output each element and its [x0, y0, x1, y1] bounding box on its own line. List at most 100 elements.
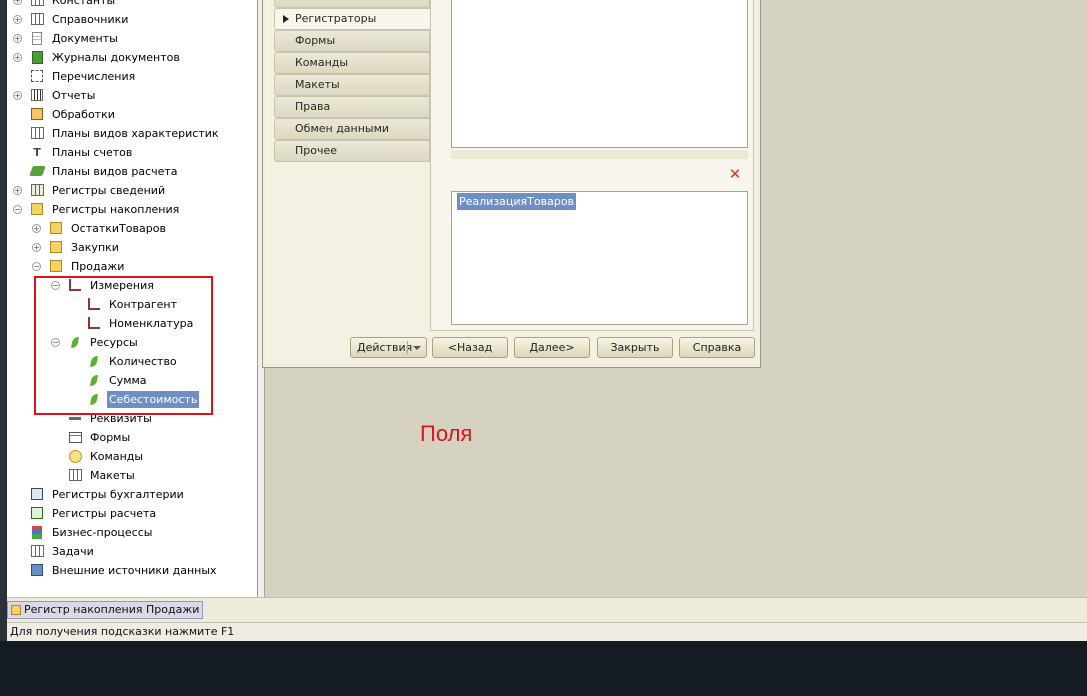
highlight-frame: [34, 276, 213, 415]
configuration-tree[interactable]: + Константы + Справочники + Документы + …: [7, 0, 258, 597]
tab-rights[interactable]: Права: [274, 96, 430, 118]
tree-item-label: Справочники: [52, 13, 129, 26]
data-processors-icon: [30, 107, 44, 121]
tree-item-reports[interactable]: + Отчеты: [7, 86, 257, 105]
tree-item-register-ostatki[interactable]: + ОстаткиТоваров: [7, 219, 257, 238]
current-tab-arrow-icon: [283, 15, 289, 23]
registrator-item[interactable]: РеализацияТоваров: [457, 193, 577, 210]
collapse-icon[interactable]: −: [32, 262, 41, 271]
tree-item-documents[interactable]: + Документы: [7, 29, 257, 48]
tab-hidden-above[interactable]: [274, 0, 430, 8]
tree-item-label: ОстаткиТоваров: [71, 222, 166, 235]
accounting-registers-icon: [30, 487, 44, 501]
tree-item-document-journals[interactable]: + Журналы документов: [7, 48, 257, 67]
tree-item-label: Продажи: [71, 260, 125, 273]
calculation-registers-icon: [30, 506, 44, 520]
charts-of-accounts-icon: T: [33, 145, 41, 159]
tree-item-label: Бизнес-процессы: [52, 526, 153, 539]
close-button[interactable]: Закрыть: [597, 337, 673, 358]
collapse-icon[interactable]: −: [13, 205, 22, 214]
tree-item-label: Регистры расчета: [52, 507, 157, 520]
tree-item-calculation-types[interactable]: Планы видов расчета: [7, 162, 257, 181]
back-label: <Назад: [447, 341, 493, 354]
tree-item-charts-of-accounts[interactable]: T Планы счетов: [7, 143, 257, 162]
annotation-label: Поля: [420, 421, 473, 446]
back-button[interactable]: <Назад: [432, 337, 508, 358]
expand-icon[interactable]: +: [13, 186, 22, 195]
tree-item-enumerations[interactable]: Перечисления: [7, 67, 257, 86]
actions-dropdown-button[interactable]: Действия: [350, 337, 427, 358]
tab-label: Права: [295, 100, 331, 113]
available-documents-list[interactable]: [451, 0, 748, 148]
help-button[interactable]: Справка: [679, 337, 755, 358]
window-tab-label: Регистр накопления Продажи: [24, 603, 200, 616]
window-tab-register-prodazhi[interactable]: Регистр накопления Продажи: [7, 601, 204, 619]
tree-item-constants[interactable]: + Константы: [7, 0, 257, 10]
register-wizard-window: Регистраторы Формы Команды Макеты Права …: [262, 0, 761, 368]
business-processes-icon: [30, 525, 44, 539]
tree-item-external-data-sources[interactable]: Внешние источники данных: [7, 561, 257, 580]
tree-item-label: Планы видов расчета: [52, 165, 178, 178]
tree-item-templates[interactable]: Макеты: [7, 466, 257, 485]
templates-icon: [68, 468, 82, 482]
register-icon: [49, 240, 63, 254]
information-registers-icon: [30, 183, 44, 197]
tree-item-label: Константы: [52, 0, 116, 7]
tree-item-information-registers[interactable]: + Регистры сведений: [7, 181, 257, 200]
list-splitter[interactable]: [451, 150, 748, 159]
catalogs-icon: [30, 12, 44, 26]
expand-icon[interactable]: +: [32, 224, 41, 233]
expand-icon[interactable]: +: [13, 34, 22, 43]
tree-item-accumulation-registers[interactable]: − Регистры накопления: [7, 200, 257, 219]
tree-item-accounting-registers[interactable]: Регистры бухгалтерии: [7, 485, 257, 504]
characteristic-types-icon: [30, 126, 44, 140]
external-data-sources-icon: [30, 563, 44, 577]
tree-item-label: Регистры бухгалтерии: [52, 488, 184, 501]
expand-icon[interactable]: +: [13, 53, 22, 62]
tab-data-exchange[interactable]: Обмен данными: [274, 118, 430, 140]
next-label: Далее>: [529, 341, 575, 354]
tree-item-calculation-registers[interactable]: Регистры расчета: [7, 504, 257, 523]
help-label: Справка: [692, 341, 742, 354]
tree-item-register-prodazhi[interactable]: − Продажи: [7, 257, 257, 276]
tree-item-tasks[interactable]: Задачи: [7, 542, 257, 561]
tab-label: Обмен данными: [295, 122, 390, 135]
document-journals-icon: [30, 50, 44, 64]
tree-item-characteristic-types[interactable]: Планы видов характеристик: [7, 124, 257, 143]
tab-templates[interactable]: Макеты: [274, 74, 430, 96]
tab-commands[interactable]: Команды: [274, 52, 430, 74]
reports-icon: [30, 88, 44, 102]
tree-item-data-processors[interactable]: Обработки: [7, 105, 257, 124]
designer-window: + Константы + Справочники + Документы + …: [7, 0, 1087, 641]
tree-item-commands[interactable]: Команды: [7, 447, 257, 466]
tree-item-label: Отчеты: [52, 89, 96, 102]
register-icon: [49, 259, 63, 273]
tree-item-business-processes[interactable]: Бизнес-процессы: [7, 523, 257, 542]
status-text: Для получения подсказки нажмите F1: [10, 625, 235, 638]
enumerations-icon: [30, 69, 44, 83]
tab-registrators[interactable]: Регистраторы: [274, 8, 430, 30]
tree-item-catalogs[interactable]: + Справочники: [7, 10, 257, 29]
tree-item-register-zakupki[interactable]: + Закупки: [7, 238, 257, 257]
tree-item-label: Формы: [90, 431, 131, 444]
selected-registrators-list[interactable]: РеализацияТоваров: [451, 191, 748, 325]
commands-icon: [68, 449, 82, 463]
tab-label: Прочее: [295, 144, 338, 157]
documents-icon: [30, 31, 44, 45]
tree-item-label: Журналы документов: [52, 51, 180, 64]
tree-item-label: Планы счетов: [52, 146, 133, 159]
delete-icon[interactable]: ✕: [728, 167, 742, 182]
expand-icon[interactable]: +: [32, 243, 41, 252]
tree-item-label: Перечисления: [52, 70, 136, 83]
tree-item-label: Планы видов характеристик: [52, 127, 219, 140]
tab-label: Формы: [295, 34, 336, 47]
tab-other[interactable]: Прочее: [274, 140, 430, 162]
tab-forms[interactable]: Формы: [274, 30, 430, 52]
next-button[interactable]: Далее>: [514, 337, 590, 358]
tree-item-forms[interactable]: Формы: [7, 428, 257, 447]
expand-icon[interactable]: +: [13, 15, 22, 24]
expand-icon[interactable]: +: [13, 0, 22, 5]
register-icon: [11, 605, 21, 615]
tab-label: Макеты: [295, 78, 340, 91]
expand-icon[interactable]: +: [13, 91, 22, 100]
